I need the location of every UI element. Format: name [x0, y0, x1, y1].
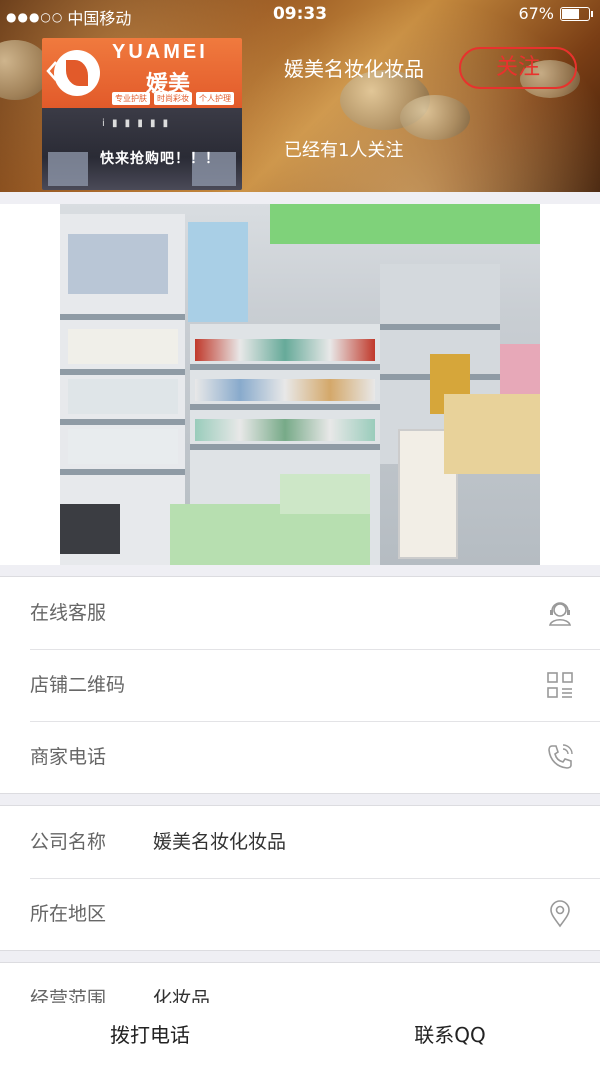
shop-detail-screen: ●●●○○ 中国移动 09:33 67% YUAMEI 媛美 专业护肤 时尚彩妆…	[0, 0, 600, 1067]
counter-device	[60, 504, 120, 554]
phone-icon	[548, 744, 573, 769]
contact-qq-button[interactable]: 联系QQ	[300, 1003, 600, 1067]
product-display	[68, 234, 168, 294]
promo-poster	[188, 222, 248, 322]
store-sign: YUAMEI 媛美 专业护肤 时尚彩妆 个人护理	[42, 38, 242, 108]
row-label: 商家电话	[30, 746, 107, 768]
call-phone-button[interactable]: 拨打电话	[0, 1003, 300, 1067]
battery-group: 67%	[518, 4, 593, 23]
row-label: 公司名称	[30, 831, 107, 853]
region-row[interactable]: 所在地区	[0, 878, 600, 950]
shop-photo[interactable]	[60, 204, 540, 565]
product-boxes	[280, 474, 370, 514]
company-info-group: 公司名称 媛美名妆化妆品 所在地区	[0, 805, 600, 951]
shelf	[190, 444, 380, 450]
shelf	[380, 324, 500, 330]
shop-header: ●●●○○ 中国移动 09:33 67% YUAMEI 媛美 专业护肤 时尚彩妆…	[0, 0, 600, 192]
qr-code-row[interactable]: 店铺二维码	[0, 649, 600, 721]
sign-tags: 专业护肤 时尚彩妆 个人护理	[112, 92, 234, 105]
bottom-action-bar: 拨打电话 联系QQ	[0, 1003, 600, 1067]
row-label: 所在地区	[30, 903, 107, 925]
follow-button[interactable]: 关注	[459, 47, 577, 89]
customer-service-icon	[548, 602, 572, 626]
row-label: 在线客服	[30, 602, 107, 624]
sign-tag: 时尚彩妆	[154, 92, 192, 105]
back-button[interactable]	[34, 52, 70, 92]
sign-tag: 个人护理	[196, 92, 234, 105]
online-service-row[interactable]: 在线客服	[0, 577, 600, 649]
product-display	[444, 394, 540, 474]
shelf	[190, 364, 380, 370]
company-name-value: 媛美名妆化妆品	[153, 831, 287, 853]
shop-photo-section	[0, 204, 600, 565]
product-row	[195, 339, 375, 361]
storefront-window	[48, 152, 88, 186]
product-display	[68, 429, 178, 464]
shelf	[190, 404, 380, 410]
battery-icon	[560, 6, 593, 21]
shelf	[60, 369, 185, 375]
follower-count: 已经有1人关注	[284, 140, 404, 161]
shop-name: 媛美名妆化妆品	[284, 57, 424, 81]
shop-logo: YUAMEI 媛美 专业护肤 时尚彩妆 个人护理 i ▮ ▮ ▮ ▮ ▮ 快来抢…	[42, 38, 242, 190]
product-display	[68, 329, 178, 364]
service-group: 在线客服 店铺二维码 商家电话	[0, 576, 600, 794]
status-time: 09:33	[272, 4, 328, 24]
chevron-left-icon	[46, 61, 57, 81]
qr-code-icon	[547, 672, 573, 698]
product-row	[195, 419, 375, 441]
decorative-coin	[400, 95, 470, 140]
store-slogan: 快来抢购吧！！！	[100, 151, 220, 167]
storefront: i ▮ ▮ ▮ ▮ ▮ 快来抢购吧！！！	[42, 108, 242, 190]
shop-sign-green	[270, 204, 540, 244]
battery-percent: 67%	[518, 4, 554, 23]
product-display	[68, 379, 178, 414]
merchant-phone-row[interactable]: 商家电话	[0, 721, 600, 793]
storefront-banner: i ▮ ▮ ▮ ▮ ▮	[102, 118, 171, 129]
shelf	[60, 314, 185, 320]
location-pin-icon	[550, 900, 570, 928]
company-name-row: 公司名称 媛美名妆化妆品	[0, 806, 600, 878]
shelf	[60, 469, 185, 475]
sign-brand: YUAMEI	[112, 41, 208, 63]
sign-tag: 专业护肤	[112, 92, 150, 105]
product-row	[195, 379, 375, 401]
shelf	[60, 419, 185, 425]
row-label: 店铺二维码	[30, 674, 126, 696]
status-bar: ●●●○○ 中国移动 09:33 67%	[0, 0, 600, 30]
